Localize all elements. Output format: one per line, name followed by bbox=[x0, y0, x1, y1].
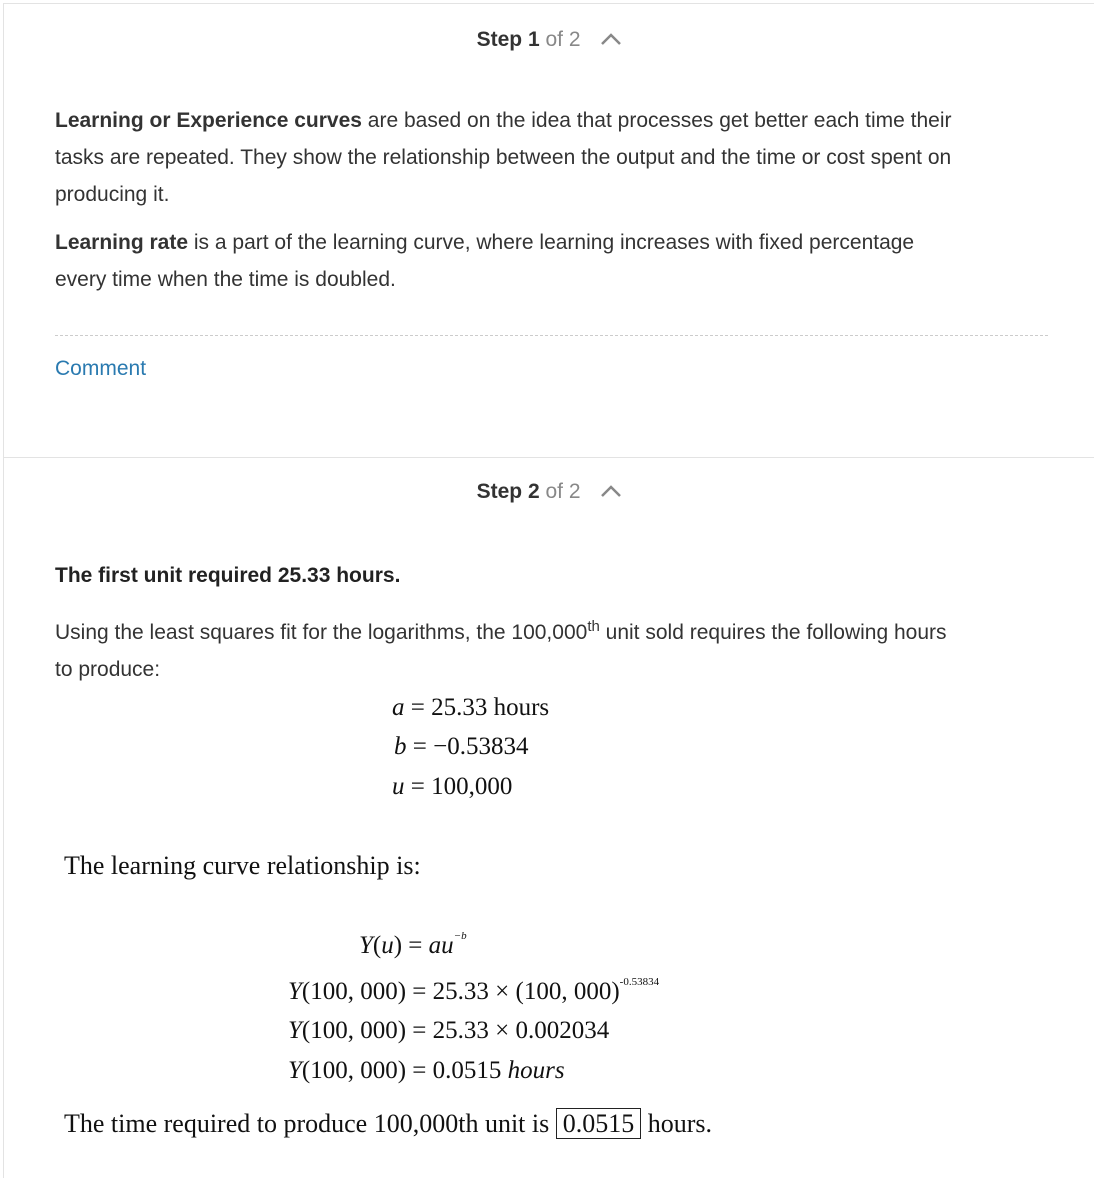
learning-curves-term: Learning or Experience curves bbox=[55, 109, 362, 132]
chevron-up-icon[interactable] bbox=[600, 480, 622, 504]
variable: Y bbox=[288, 1017, 302, 1044]
value: = 100,000 bbox=[404, 773, 513, 800]
given-b: b = −0.53834 bbox=[394, 733, 528, 761]
equation-result: Y(100, 000) = 0.0515 hours bbox=[288, 1057, 565, 1085]
value: = 25.33 hours bbox=[404, 694, 550, 721]
superscript: th bbox=[587, 618, 600, 635]
step-2-header[interactable]: Step 2 of 2 bbox=[4, 480, 1094, 504]
step-1-header[interactable]: Step 1 of 2 bbox=[4, 28, 1094, 52]
given-u: u = 100,000 bbox=[392, 773, 512, 801]
paragraph-text: producing it. bbox=[55, 183, 170, 206]
paragraph-text: Using the least squares fit for the loga… bbox=[55, 621, 588, 644]
variable: au bbox=[428, 932, 454, 959]
expression: (100, 000) = 0.0515 bbox=[301, 1057, 508, 1084]
variable: u bbox=[392, 773, 405, 800]
variable: Y bbox=[359, 932, 373, 959]
symbol: ( bbox=[372, 932, 382, 959]
paragraph-text: are based on the idea that processes get… bbox=[361, 109, 952, 132]
step-number: 2 bbox=[527, 480, 540, 503]
learning-rate-paragraph: Learning rate is a part of the learning … bbox=[55, 224, 1055, 298]
step-total: of 2 bbox=[545, 480, 581, 503]
divider bbox=[55, 335, 1048, 336]
paragraph-text: unit sold requires the following hours bbox=[599, 621, 947, 644]
paragraph-text: is a part of the learning curve, where l… bbox=[188, 231, 915, 254]
paragraph-text: every time when the time is doubled. bbox=[55, 268, 396, 291]
paragraph-text: to produce: bbox=[55, 658, 161, 681]
step-2-card: Step 2 of 2 The first unit required 25.3… bbox=[3, 457, 1094, 1178]
exponent: −b bbox=[453, 930, 467, 942]
given-a: a = 25.33 hours bbox=[392, 694, 549, 722]
expression: (100, 000) = 25.33 × 0.002034 bbox=[301, 1017, 610, 1044]
equation-compute: Y(100, 000) = 25.33 × 0.002034 bbox=[288, 1017, 609, 1045]
comment-link[interactable]: Comment bbox=[55, 357, 146, 381]
exponent: -0.53834 bbox=[619, 976, 660, 988]
learning-curves-paragraph: Learning or Experience curves are based … bbox=[55, 102, 1055, 213]
answer-text: hours. bbox=[641, 1109, 713, 1138]
variable: u bbox=[381, 932, 394, 959]
value: = −0.53834 bbox=[406, 733, 529, 760]
paragraph-text: tasks are repeated. They show the relati… bbox=[55, 146, 952, 169]
step-total: of 2 bbox=[545, 28, 581, 51]
expression: (100, 000) = 25.33 × (100, 000) bbox=[301, 978, 620, 1005]
step-label: Step bbox=[476, 480, 523, 503]
symbol: ) = bbox=[393, 932, 429, 959]
chevron-up-icon[interactable] bbox=[600, 28, 622, 52]
equation-substitute: Y(100, 000) = 25.33 × (100, 000)-0.53834 bbox=[288, 976, 660, 1006]
intro-paragraph: Using the least squares fit for the loga… bbox=[55, 608, 1055, 688]
step-1-card: Step 1 of 2 Learning or Experience curve… bbox=[3, 3, 1094, 458]
variable: b bbox=[394, 733, 407, 760]
variable: a bbox=[392, 694, 405, 721]
equation-general: Y(u) = au−b bbox=[359, 930, 467, 960]
first-unit-statement: The first unit required 25.33 hours. bbox=[55, 564, 401, 587]
variable: Y bbox=[288, 978, 302, 1005]
variable: Y bbox=[288, 1057, 302, 1084]
step-number: 1 bbox=[527, 28, 540, 51]
answer-box: 0.0515 bbox=[555, 1108, 642, 1139]
unit: hours bbox=[507, 1057, 565, 1084]
learning-rate-term: Learning rate bbox=[55, 231, 189, 254]
answer-text: The time required to produce 100,000th u… bbox=[64, 1109, 556, 1138]
step-label: Step bbox=[476, 28, 523, 51]
relationship-label: The learning curve relationship is: bbox=[64, 851, 421, 880]
final-answer: The time required to produce 100,000th u… bbox=[64, 1108, 713, 1139]
